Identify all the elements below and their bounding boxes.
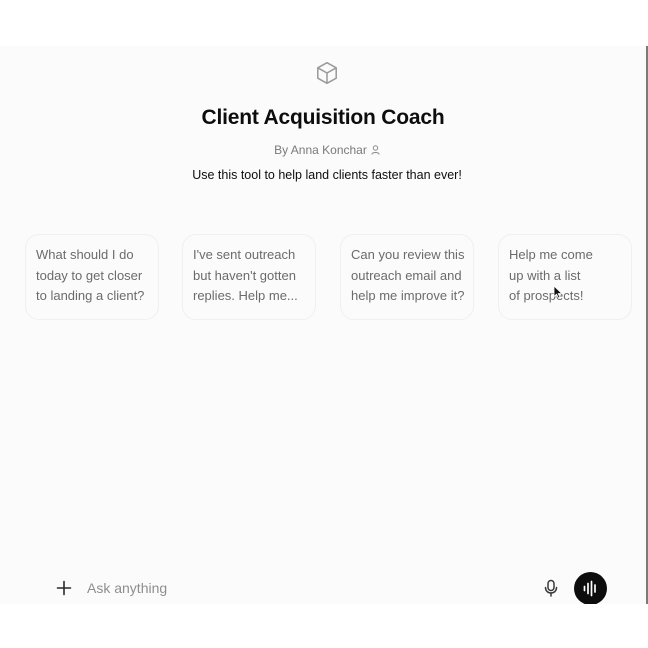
starter-line: Can you review this [351, 247, 465, 262]
gpt-byline: By Anna Konchar [0, 143, 646, 157]
conversation-starter[interactable]: Help me come up with a list of prospects… [498, 234, 632, 320]
person-icon [371, 145, 380, 155]
message-composer [0, 566, 646, 604]
voice-mode-button[interactable] [574, 572, 607, 604]
gpt-cube-icon [317, 61, 337, 85]
conversation-starter[interactable]: What should I do today to get closer to … [25, 234, 159, 320]
starter-line: but haven't gotten [193, 267, 296, 283]
starter-line: I've sent outreach [193, 247, 296, 262]
conversation-starter[interactable]: Can you review this outreach email and h… [340, 234, 474, 320]
gpt-description: Use this tool to help land clients faste… [192, 168, 462, 182]
starter-line: replies. Help me... [193, 288, 298, 303]
starter-line: today to get closer [36, 267, 143, 283]
starter-line: outreach email and [351, 267, 462, 283]
chat-panel: Client Acquisition Coach By Anna Konchar… [0, 46, 648, 604]
starter-line: of prospects! [509, 288, 584, 303]
gpt-title: Client Acquisition Coach [201, 106, 445, 129]
microphone-icon[interactable] [541, 578, 561, 598]
starter-line: What should I do [36, 247, 134, 262]
author-name: By Anna Konchar [274, 143, 367, 157]
starter-line: help me improve it? [351, 288, 465, 303]
conversation-starter[interactable]: I've sent outreach but haven't gotten re… [182, 234, 316, 320]
starter-line: to landing a client? [36, 288, 145, 303]
starter-line: up with a list [509, 267, 581, 283]
plus-icon[interactable] [55, 579, 73, 597]
voice-mode-icon [583, 580, 596, 597]
starter-line: Help me come [509, 247, 593, 262]
ask-anything-input[interactable] [87, 578, 507, 598]
mouse-cursor-icon [553, 285, 563, 299]
